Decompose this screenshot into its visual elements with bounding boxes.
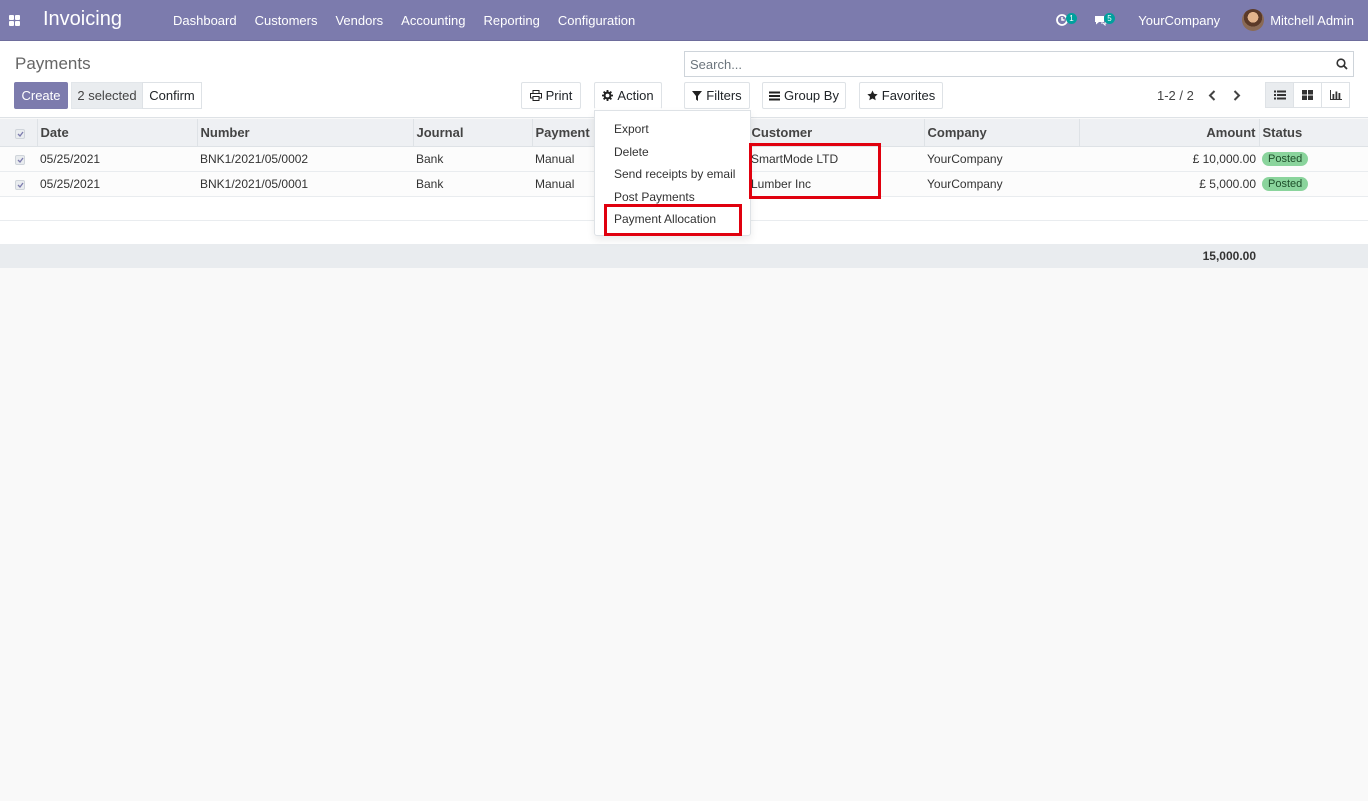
cell-company: YourCompany	[924, 171, 1079, 197]
menu-item-post-payments[interactable]: Post Payments	[614, 190, 695, 204]
check-icon	[15, 128, 25, 139]
messages-button[interactable]: 5	[1094, 10, 1120, 30]
cell-date: 05/25/2021	[37, 146, 197, 172]
select-all-checkbox[interactable]	[0, 119, 38, 147]
user-avatar[interactable]	[1242, 9, 1265, 31]
row-checkbox[interactable]	[0, 171, 37, 197]
column-header-customer[interactable]: Customer	[748, 119, 925, 147]
column-header-number[interactable]: Number	[197, 119, 414, 147]
print-label: Print	[545, 88, 573, 103]
column-header-amount[interactable]: Amount	[1079, 119, 1260, 147]
control-panel: Payments Create 2 selected Confirm Print…	[0, 41, 1368, 118]
column-header-status[interactable]: Status	[1259, 119, 1368, 147]
top-navbar: Invoicing Dashboard Customers Vendors Ac…	[0, 0, 1368, 41]
row-checkbox[interactable]	[0, 146, 37, 172]
activities-count-badge: 1	[1066, 13, 1077, 24]
grid-icon	[1302, 90, 1313, 100]
action-button[interactable]: Action	[594, 82, 662, 109]
list-icon	[1273, 90, 1286, 100]
filters-label: Filters	[706, 88, 742, 103]
column-header-date[interactable]: Date	[37, 119, 198, 147]
kanban-view-button[interactable]	[1293, 82, 1322, 108]
menu-configuration[interactable]: Configuration	[549, 13, 644, 28]
column-header-company[interactable]: Company	[924, 119, 1080, 147]
star-icon	[867, 90, 878, 101]
company-switcher[interactable]: YourCompany	[1138, 13, 1220, 28]
status-badge: Posted	[1262, 177, 1309, 191]
menu-accounting[interactable]: Accounting	[392, 13, 474, 28]
menu-vendors[interactable]: Vendors	[326, 13, 392, 28]
user-menu[interactable]: Mitchell Admin	[1270, 13, 1354, 28]
bar-chart-icon	[1329, 90, 1342, 100]
menu-item-delete[interactable]: Delete	[614, 145, 649, 159]
cell-customer: Lumber Inc	[748, 171, 924, 197]
groupby-label: Group By	[784, 88, 839, 103]
cell-company: YourCompany	[924, 146, 1079, 172]
totals-row: 15,000.00	[0, 244, 1368, 268]
action-dropdown-menu: Export Delete Send receipts by email Pos…	[594, 110, 751, 236]
menu-customers[interactable]: Customers	[246, 13, 327, 28]
menu-reporting[interactable]: Reporting	[475, 13, 549, 28]
search-bar	[684, 51, 1354, 77]
pager-value[interactable]: 1-2 / 2	[1157, 88, 1194, 103]
cell-customer: SmartMode LTD	[748, 146, 924, 172]
cell-status: Posted	[1259, 146, 1368, 172]
check-icon	[15, 154, 25, 165]
cell-amount: £ 5,000.00	[1079, 171, 1259, 197]
selected-count: 2 selected	[71, 82, 143, 109]
pager-previous-button[interactable]	[1203, 87, 1221, 103]
amount-total: 15,000.00	[1079, 244, 1259, 268]
cell-amount: £ 10,000.00	[1079, 146, 1259, 172]
print-button[interactable]: Print	[521, 82, 581, 109]
systray: 1 5 YourCompany Mitchell Admin	[1056, 8, 1354, 32]
chevron-right-icon	[1233, 89, 1241, 101]
gear-icon	[602, 90, 614, 101]
groupby-button[interactable]: Group By	[762, 82, 846, 109]
cell-number: BNK1/2021/05/0002	[197, 146, 413, 172]
pager-next-button[interactable]	[1228, 87, 1246, 103]
search-input[interactable]	[685, 56, 1331, 72]
confirm-button[interactable]: Confirm	[142, 82, 202, 109]
cell-journal: Bank	[413, 171, 532, 197]
graph-view-button[interactable]	[1321, 82, 1350, 108]
page-title[interactable]: Payments	[15, 54, 91, 74]
printer-icon	[529, 90, 542, 101]
cell-journal: Bank	[413, 146, 532, 172]
search-icon[interactable]	[1331, 58, 1353, 70]
action-label: Action	[617, 88, 654, 103]
apps-menu-icon[interactable]	[9, 15, 20, 26]
cell-number: BNK1/2021/05/0001	[197, 171, 413, 197]
favorites-label: Favorites	[881, 88, 936, 103]
list-view-button[interactable]	[1265, 82, 1294, 108]
menu-dashboard[interactable]: Dashboard	[164, 13, 246, 28]
menu-item-payment-allocation[interactable]: Payment Allocation	[614, 212, 716, 226]
create-button[interactable]: Create	[14, 82, 68, 109]
status-badge: Posted	[1262, 152, 1309, 166]
filters-button[interactable]: Filters	[684, 82, 750, 109]
bars-icon	[769, 91, 781, 100]
column-header-journal[interactable]: Journal	[413, 119, 533, 147]
cell-date: 05/25/2021	[37, 171, 197, 197]
menu-item-export[interactable]: Export	[614, 122, 649, 136]
favorites-button[interactable]: Favorites	[859, 82, 943, 109]
menu-item-send-receipts[interactable]: Send receipts by email	[614, 167, 735, 181]
messages-count-badge: 5	[1104, 13, 1115, 24]
main-menu: Dashboard Customers Vendors Accounting R…	[164, 13, 644, 28]
check-icon	[15, 179, 25, 190]
filter-icon	[692, 90, 703, 101]
view-switcher	[1265, 82, 1350, 108]
activities-button[interactable]: 1	[1056, 10, 1082, 30]
cell-status: Posted	[1259, 171, 1368, 197]
app-title[interactable]: Invoicing	[43, 8, 122, 31]
chevron-left-icon	[1208, 89, 1216, 101]
